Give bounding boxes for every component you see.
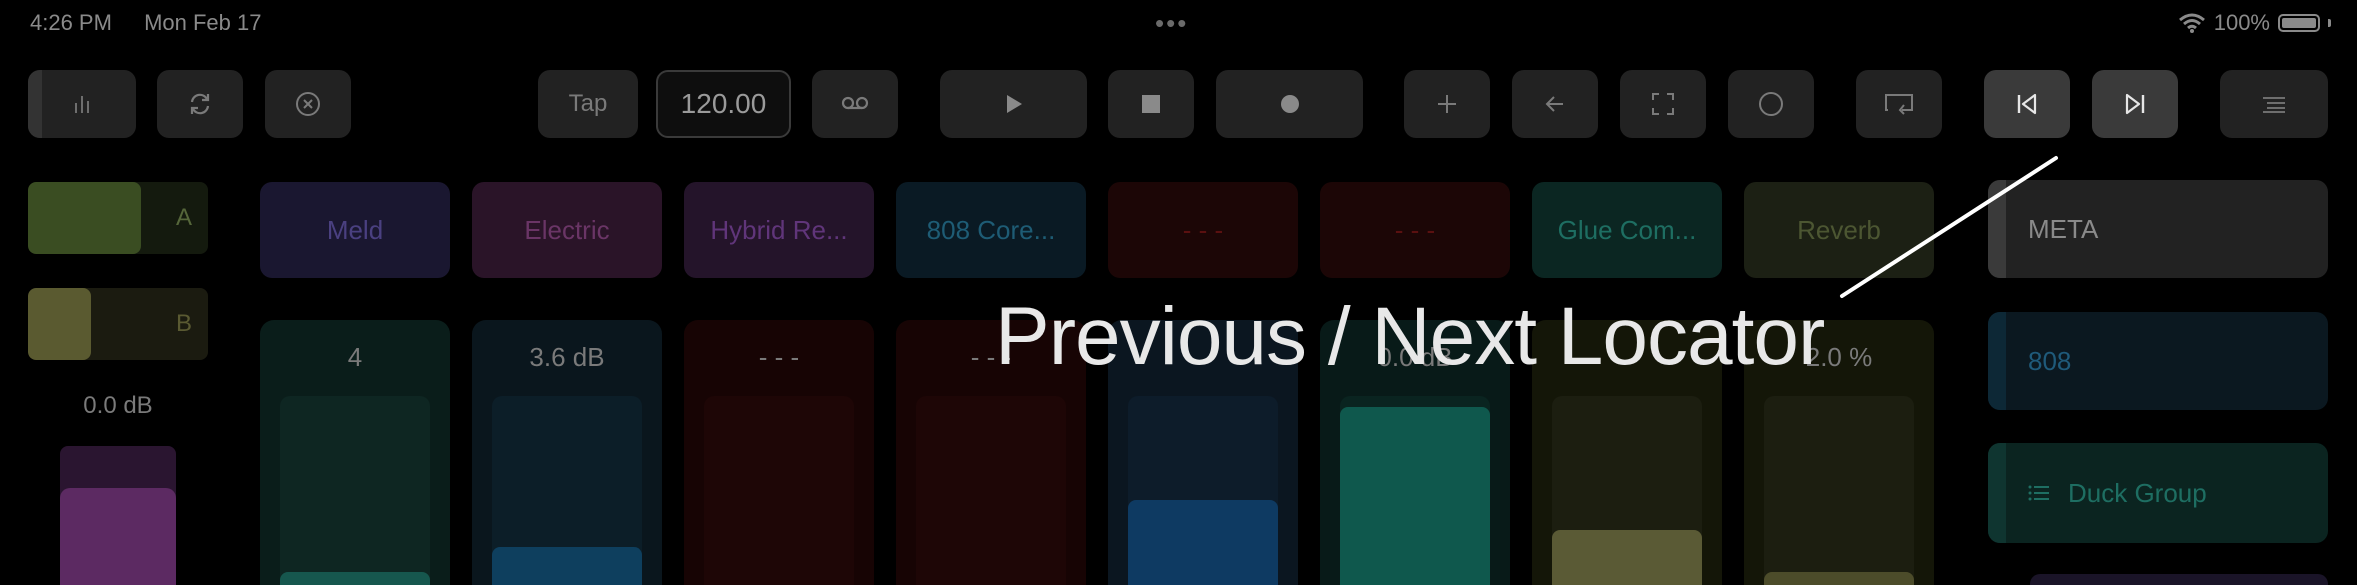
track-808-stripe <box>1988 312 2006 410</box>
back-button[interactable] <box>1512 70 1598 138</box>
back-arrow-icon <box>1545 96 1563 112</box>
crossfader-b-fill <box>28 288 91 360</box>
fullscreen-button[interactable] <box>1620 70 1706 138</box>
multitask-dots[interactable]: ••• <box>1155 8 1188 39</box>
duck-group-stripe <box>1988 443 2006 543</box>
record-icon <box>1280 95 1299 113</box>
status-bar-right: 100% <box>2178 10 2331 36</box>
panel-grip <box>28 70 42 138</box>
device-slot[interactable]: - - - <box>1108 182 1298 278</box>
menu-button[interactable] <box>2220 70 2328 138</box>
device-slot[interactable]: Glue Com... <box>1532 182 1722 278</box>
fader-track <box>704 396 854 585</box>
battery-percent: 100% <box>2213 10 2270 35</box>
fader-fill <box>1128 499 1278 585</box>
record-button[interactable] <box>1216 70 1363 138</box>
fader-track <box>1340 396 1490 585</box>
list-icon <box>2028 485 2049 501</box>
crossfader-a-fill <box>28 182 142 254</box>
cassette-icon <box>841 96 869 110</box>
previous-locator-button[interactable] <box>1984 70 2070 138</box>
stop-button[interactable] <box>1108 70 1194 138</box>
duck-group-track[interactable]: Duck Group <box>1988 443 2328 543</box>
fader-track <box>1128 396 1278 585</box>
device-slot[interactable]: Hybrid Re... <box>684 182 874 278</box>
fader-value: - - - <box>758 342 800 372</box>
add-button[interactable] <box>1404 70 1490 138</box>
device-slot[interactable]: Electric <box>472 182 662 278</box>
macro-fader[interactable]: - - - <box>684 320 874 585</box>
fader-value: 4 <box>347 342 363 372</box>
fader-track <box>1552 396 1702 585</box>
master-volume-fader[interactable] <box>60 446 176 585</box>
crossfader-b-label: B <box>175 310 192 337</box>
close-circle-icon <box>296 92 320 116</box>
meta-track[interactable]: META <box>1988 180 2328 278</box>
battery-tip <box>2328 19 2331 27</box>
loop-button[interactable] <box>157 70 243 138</box>
wifi-icon <box>2178 13 2205 33</box>
tap-tempo-button[interactable]: Tap <box>538 70 638 138</box>
circle-button[interactable] <box>1728 70 1814 138</box>
stop-icon <box>1142 95 1160 113</box>
meta-track-stripe <box>1988 180 2006 278</box>
crossfader-a-label: A <box>175 204 192 231</box>
next-track-edge[interactable] <box>2030 574 2328 585</box>
fader-track <box>280 396 430 585</box>
crossfader-a[interactable]: A <box>28 182 208 254</box>
duck-group-label: Duck Group <box>2068 477 2207 508</box>
mixer-icon <box>75 96 89 113</box>
device-slot[interactable]: - - - <box>1320 182 1510 278</box>
tempo-field[interactable]: 120.00 <box>656 70 791 138</box>
master-volume-fill <box>60 487 176 585</box>
track-808-label: 808 <box>2028 345 2072 376</box>
next-locator-button[interactable] <box>2092 70 2178 138</box>
master-volume-readout: 0.0 dB <box>83 392 153 419</box>
device-slot[interactable]: Meld <box>260 182 450 278</box>
loop-icon <box>190 93 210 115</box>
fader-fill <box>492 547 642 585</box>
macro-fader[interactable]: 3.6 dB <box>472 320 662 585</box>
fader-fill <box>1340 407 1490 585</box>
macro-fader[interactable]: 4 <box>260 320 450 585</box>
play-button[interactable] <box>940 70 1087 138</box>
overlay-label: Previous / Next Locator <box>995 291 1825 382</box>
play-icon <box>1006 95 1022 113</box>
fader-track <box>492 396 642 585</box>
battery-icon <box>2278 14 2320 32</box>
next-locator-icon <box>2125 93 2145 115</box>
cancel-button[interactable] <box>265 70 351 138</box>
fader-fill <box>1764 571 1914 585</box>
capture-button[interactable] <box>1856 70 1942 138</box>
device-slot[interactable]: Reverb <box>1744 182 1934 278</box>
fader-track <box>916 396 1066 585</box>
previous-locator-icon <box>2017 93 2037 115</box>
circle-icon <box>1759 92 1783 116</box>
fullscreen-icon <box>1652 93 1674 115</box>
metronome-button[interactable] <box>812 70 898 138</box>
fader-track <box>1764 396 1914 585</box>
status-date: Mon Feb 17 <box>144 10 262 35</box>
meta-track-label: META <box>2028 213 2099 244</box>
fader-fill <box>280 571 430 585</box>
track-808[interactable]: 808 <box>1988 312 2328 410</box>
fader-value: 3.6 dB <box>529 342 605 372</box>
status-time: 4:26 PM <box>30 10 112 35</box>
capture-icon <box>1885 94 1913 115</box>
mixer-button[interactable] <box>28 70 136 138</box>
status-bar-left: 4:26 PM Mon Feb 17 <box>30 10 287 36</box>
menu-icon <box>2263 97 2285 113</box>
plus-icon <box>1438 95 1456 113</box>
crossfader-b[interactable]: B <box>28 288 208 360</box>
device-slot[interactable]: 808 Core... <box>896 182 1086 278</box>
fader-fill <box>1552 530 1702 585</box>
